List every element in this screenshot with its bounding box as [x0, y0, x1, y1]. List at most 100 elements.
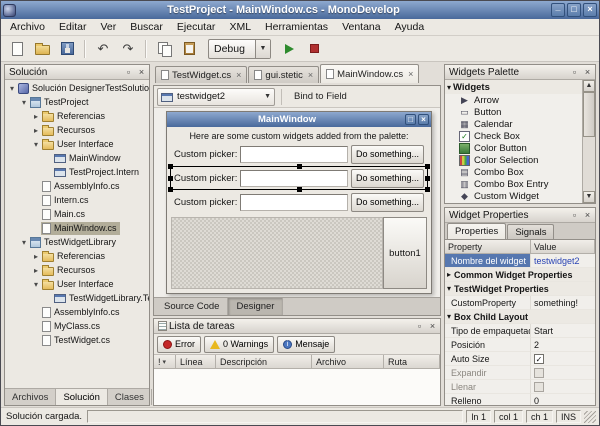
expander-icon[interactable]: ▾ — [31, 280, 41, 289]
view-tab-designer[interactable]: Designer — [228, 298, 284, 315]
property-name-nombre-del-widget[interactable]: Nombre del widget — [445, 254, 531, 268]
property-value-auto-size[interactable]: ✓ — [531, 352, 595, 366]
minimize-icon[interactable] — [551, 3, 565, 17]
property-value-tipo-de-empaquetado[interactable]: Start — [531, 324, 595, 338]
tree-item-assemblyinfo-cs[interactable]: AssemblyInfo.cs — [5, 305, 149, 319]
palette-scrollbar[interactable]: ▲ ▼ — [582, 80, 595, 203]
tab-signals[interactable]: Signals — [507, 224, 555, 239]
do-something-button[interactable]: Do something... — [350, 192, 424, 212]
palette-item-combo-box-entry[interactable]: ▥ Combo Box Entry — [445, 178, 582, 190]
tree-item-assemblyinfo-cs[interactable]: AssemblyInfo.cs — [5, 179, 149, 193]
expander-icon[interactable]: ▾ — [19, 238, 29, 247]
undo-button[interactable] — [91, 38, 115, 60]
pad-tab-soluci-n[interactable]: Solución — [56, 389, 108, 405]
save-button[interactable] — [55, 38, 79, 60]
expander-icon[interactable]: ▸ — [31, 112, 41, 121]
tree-item-testproject[interactable]: ▾ TestProject — [5, 95, 149, 109]
expander-icon[interactable]: ▸ — [31, 266, 41, 275]
designer-canvas[interactable]: MainWindow Here are some custom widgets … — [154, 108, 440, 297]
menu-xml[interactable]: XML — [222, 20, 258, 34]
checkbox[interactable]: ✓ — [534, 353, 544, 364]
view-tab-source-code[interactable]: Source Code — [156, 298, 229, 315]
design-window[interactable]: MainWindow Here are some custom widgets … — [166, 111, 432, 294]
property-section-testwidget-properties[interactable]: ▾ TestWidget Properties — [445, 282, 595, 296]
palette-section-widgets[interactable]: ▾ Widgets — [445, 80, 582, 94]
tree-item-testwidgetlibrary[interactable]: ▾ TestWidgetLibrary — [5, 235, 149, 249]
chevron-down-icon[interactable]: ▼ — [254, 39, 270, 58]
tree-item-main-cs[interactable]: Main.cs — [5, 207, 149, 221]
palette-item-check-box[interactable]: ✓ Check Box — [445, 130, 582, 142]
close-tab-icon[interactable] — [308, 70, 313, 80]
widget-selector-combo[interactable]: testwidget2 ▼ — [157, 87, 275, 106]
palette-item-custom-widget[interactable]: ◆ Custom Widget — [445, 190, 582, 202]
property-section-box-child-layout[interactable]: ▾ Box Child Layout — [445, 310, 595, 324]
scrollbar-track[interactable] — [583, 92, 595, 191]
expander-icon[interactable]: ▾ — [7, 84, 17, 93]
task-column-priority[interactable]: ! ▾ — [154, 355, 176, 369]
button1[interactable]: button1 — [383, 217, 427, 289]
tree-item-testwidgetlibrary-tes[interactable]: TestWidgetLibrary.Tes — [5, 291, 149, 305]
run-button[interactable] — [278, 38, 302, 60]
selection-handle[interactable] — [425, 176, 430, 181]
property-value-expandir[interactable] — [531, 366, 595, 380]
selection-handle[interactable] — [297, 187, 302, 192]
custom-picker-entry[interactable] — [240, 145, 348, 163]
menu-ver[interactable]: Ver — [93, 20, 123, 34]
open-button[interactable] — [30, 38, 54, 60]
close-tab-icon[interactable] — [408, 69, 413, 79]
custom-widget-row[interactable]: Custom picker: Do something... — [171, 191, 427, 213]
property-name-relleno[interactable]: Relleno — [445, 394, 531, 405]
tree-item-intern-cs[interactable]: Intern.cs — [5, 193, 149, 207]
property-value-nombre-del-widget[interactable]: testwidget2 — [531, 254, 595, 268]
scroll-down-icon[interactable]: ▼ — [583, 191, 595, 203]
expander-icon[interactable]: ▸ — [31, 126, 41, 135]
pad-tab-archivos[interactable]: Archivos — [5, 389, 57, 405]
tree-item-referencias[interactable]: ▸ Referencias — [5, 109, 149, 123]
tree-item-referencias[interactable]: ▸ Referencias — [5, 249, 149, 263]
tab-properties[interactable]: Properties — [447, 223, 507, 239]
message-filter-button[interactable]: Mensaje — [277, 335, 336, 353]
menu-ayuda[interactable]: Ayuda — [388, 20, 432, 34]
expander-icon[interactable]: ▾ — [447, 312, 451, 321]
tree-item-soluci-n-designertestsolution[interactable]: ▾ Solución DesignerTestSolution — [5, 81, 149, 95]
custom-widget-row[interactable]: Custom picker: Do something... — [171, 143, 427, 165]
do-something-button[interactable]: Do something... — [350, 168, 424, 188]
do-something-button[interactable]: Do something... — [350, 144, 424, 164]
new-file-button[interactable] — [5, 38, 29, 60]
palette-item-calendar[interactable]: ▦ Calendar — [445, 118, 582, 130]
empty-container-placeholder[interactable] — [171, 217, 383, 289]
property-name-customproperty[interactable]: CustomProperty — [445, 296, 531, 310]
expander-icon[interactable]: ▸ — [447, 270, 451, 279]
auto-hide-icon[interactable] — [569, 210, 580, 221]
close-pad-icon[interactable] — [136, 67, 147, 78]
tree-item-mainwindow-cs[interactable]: MainWindow.cs — [5, 221, 149, 235]
close-pad-icon[interactable] — [582, 210, 593, 221]
menu-editar[interactable]: Editar — [52, 20, 93, 34]
tree-item-user-interface[interactable]: ▾ User Interface — [5, 137, 149, 151]
close-icon[interactable] — [583, 3, 597, 17]
menu-ejecutar[interactable]: Ejecutar — [170, 20, 223, 34]
tree-item-recursos[interactable]: ▸ Recursos — [5, 123, 149, 137]
task-column-ruta[interactable]: Ruta — [384, 355, 440, 369]
property-value-customproperty[interactable]: something! — [531, 296, 595, 310]
property-value-posici-n[interactable]: 2 — [531, 338, 595, 352]
pad-tab-clases[interactable]: Clases — [108, 389, 152, 405]
warning-filter-button[interactable]: 0 Warnings — [204, 335, 275, 353]
menu-ventana[interactable]: Ventana — [335, 20, 388, 34]
stop-button[interactable] — [303, 38, 327, 60]
maximize-icon[interactable] — [567, 3, 581, 17]
custom-picker-entry[interactable] — [240, 169, 348, 187]
expander-icon[interactable]: ▾ — [447, 284, 451, 293]
expander-icon[interactable]: ▸ — [31, 252, 41, 261]
auto-hide-icon[interactable] — [123, 67, 134, 78]
grid-column-header-property[interactable]: Property — [445, 240, 531, 254]
task-column-archivo[interactable]: Archivo — [312, 355, 384, 369]
property-value-llenar[interactable] — [531, 380, 595, 394]
close-tab-icon[interactable] — [236, 70, 241, 80]
tree-item-myclass-cs[interactable]: MyClass.cs — [5, 319, 149, 333]
tab-gui-stetic[interactable]: gui.stetic — [248, 66, 320, 83]
palette-item-color-selection[interactable]: Color Selection — [445, 154, 582, 166]
task-column-l-nea[interactable]: Línea — [176, 355, 216, 369]
menu-herramientas[interactable]: Herramientas — [258, 20, 335, 34]
tree-item-user-interface[interactable]: ▾ User Interface — [5, 277, 149, 291]
